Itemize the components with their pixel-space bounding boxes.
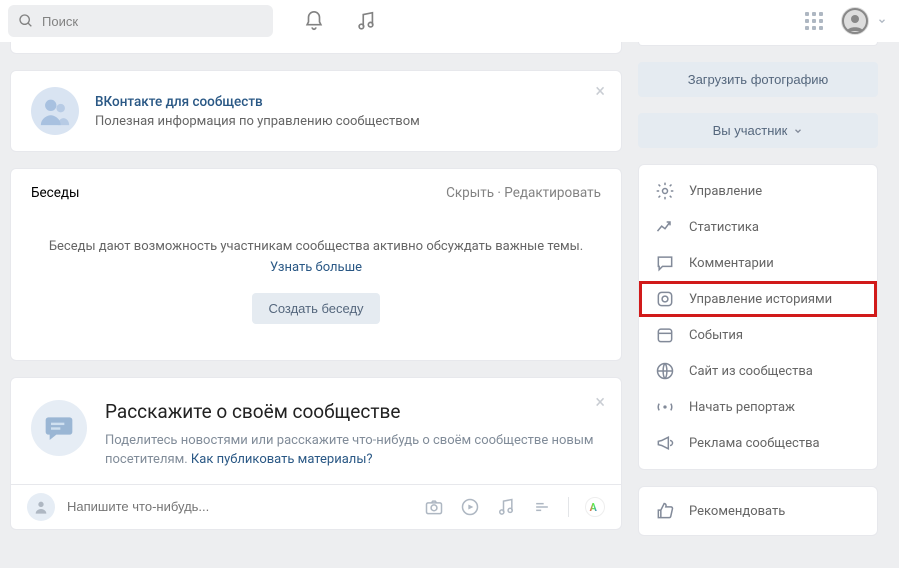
sidebar-item-manage[interactable]: Управление xyxy=(639,173,877,209)
search-icon xyxy=(18,13,34,29)
compose-avatar-icon xyxy=(27,493,55,521)
calendar-icon xyxy=(655,325,675,345)
compose-row: A xyxy=(11,484,621,529)
poll-icon[interactable] xyxy=(532,497,552,517)
edit-link[interactable]: Редактировать xyxy=(504,185,601,201)
conversations-actions: Скрыть · Редактировать xyxy=(446,185,601,201)
conversations-title: Беседы xyxy=(31,185,80,201)
comment-icon xyxy=(655,253,675,273)
gear-icon xyxy=(655,181,675,201)
avatar-icon xyxy=(841,7,869,35)
how-to-publish-link[interactable]: Как публиковать материалы? xyxy=(191,452,373,467)
search-box[interactable] xyxy=(8,5,273,37)
chevron-down-icon xyxy=(877,16,887,26)
header-icons xyxy=(303,10,377,32)
broadcast-icon xyxy=(655,397,675,417)
conversations-desc: Беседы дают возможность участникам сообщ… xyxy=(49,239,583,254)
close-icon[interactable]: × xyxy=(595,83,605,101)
sidebar-item-stories[interactable]: Управление историями xyxy=(639,281,877,317)
sidebar-item-recommend[interactable]: Рекомендовать xyxy=(639,493,877,529)
side-menu-secondary: Рекомендовать xyxy=(638,486,878,536)
about-text: Расскажите о своём сообществе Поделитесь… xyxy=(105,400,601,470)
thumbs-up-icon xyxy=(655,501,675,521)
sidebar-item-stats[interactable]: Статистика xyxy=(639,209,877,245)
sidebar-item-label: Начать репортаж xyxy=(689,400,795,415)
sidebar-item-label: Комментарии xyxy=(689,256,774,271)
membership-label: Вы участник xyxy=(713,123,788,138)
sidebar-item-label: Статистика xyxy=(689,220,759,235)
chevron-down-icon xyxy=(793,126,803,136)
separator xyxy=(568,497,569,517)
sidebar-item-events[interactable]: События xyxy=(639,317,877,353)
chart-icon xyxy=(655,217,675,237)
side-column: Загрузить фотографию Вы участник Управле… xyxy=(638,52,878,536)
about-compose-card: Расскажите о своём сообществе Поделитесь… xyxy=(10,377,622,530)
compose-icons: A xyxy=(424,497,605,517)
header-right xyxy=(805,7,887,35)
search-input[interactable] xyxy=(42,14,263,29)
sidebar-item-label: События xyxy=(689,328,743,343)
music-icon[interactable] xyxy=(355,10,377,32)
create-conversation-button[interactable]: Создать беседу xyxy=(252,293,379,324)
sidebar-item-label: Управление историями xyxy=(689,292,832,307)
card-edge-stub xyxy=(10,42,622,54)
sidebar-item-label: Управление xyxy=(689,184,762,199)
promo-card[interactable]: ВКонтакте для сообществ Полезная информа… xyxy=(10,70,622,152)
close-icon[interactable]: × xyxy=(595,392,605,413)
learn-more-link[interactable]: Узнать больше xyxy=(270,260,362,275)
sidebar-item-site[interactable]: Сайт из сообщества xyxy=(639,353,877,389)
sidebar-item-ads[interactable]: Реклама сообщества xyxy=(639,425,877,461)
app-header xyxy=(0,0,899,42)
globe-icon xyxy=(655,361,675,381)
main-column: ВКонтакте для сообществ Полезная информа… xyxy=(10,52,622,536)
card-edge-stub xyxy=(638,42,878,46)
conversations-card: Беседы Скрыть · Редактировать Беседы даю… xyxy=(10,168,622,361)
compose-input[interactable] xyxy=(67,499,412,514)
megaphone-icon xyxy=(655,433,675,453)
about-title: Расскажите о своём сообществе xyxy=(105,400,601,423)
theme-picker-icon[interactable]: A xyxy=(585,497,605,517)
camera-icon[interactable] xyxy=(424,497,444,517)
apps-grid-icon[interactable] xyxy=(805,12,823,30)
promo-avatar-icon xyxy=(31,87,79,135)
music-attach-icon[interactable] xyxy=(496,497,516,517)
sidebar-item-live[interactable]: Начать репортаж xyxy=(639,389,877,425)
promo-title: ВКонтакте для сообществ xyxy=(95,94,420,110)
bell-icon[interactable] xyxy=(303,10,325,32)
video-icon[interactable] xyxy=(460,497,480,517)
sidebar-item-label: Рекомендовать xyxy=(689,504,785,519)
conversations-body: Беседы дают возможность участникам сообщ… xyxy=(11,213,621,360)
promo-text: ВКонтакте для сообществ Полезная информа… xyxy=(95,94,420,129)
svg-text:A: A xyxy=(590,501,598,514)
stories-icon xyxy=(655,289,675,309)
membership-button[interactable]: Вы участник xyxy=(638,113,878,148)
side-menu: Управление Статистика Комментарии Управл… xyxy=(638,164,878,470)
speech-bubble-icon xyxy=(31,400,87,456)
profile-menu[interactable] xyxy=(841,7,887,35)
sidebar-item-label: Реклама сообщества xyxy=(689,436,820,451)
upload-photo-button[interactable]: Загрузить фотографию xyxy=(638,62,878,97)
sidebar-item-label: Сайт из сообщества xyxy=(689,364,813,379)
hide-link[interactable]: Скрыть xyxy=(446,185,494,201)
sidebar-item-comments[interactable]: Комментарии xyxy=(639,245,877,281)
promo-subtitle: Полезная информация по управлению сообще… xyxy=(95,114,420,129)
